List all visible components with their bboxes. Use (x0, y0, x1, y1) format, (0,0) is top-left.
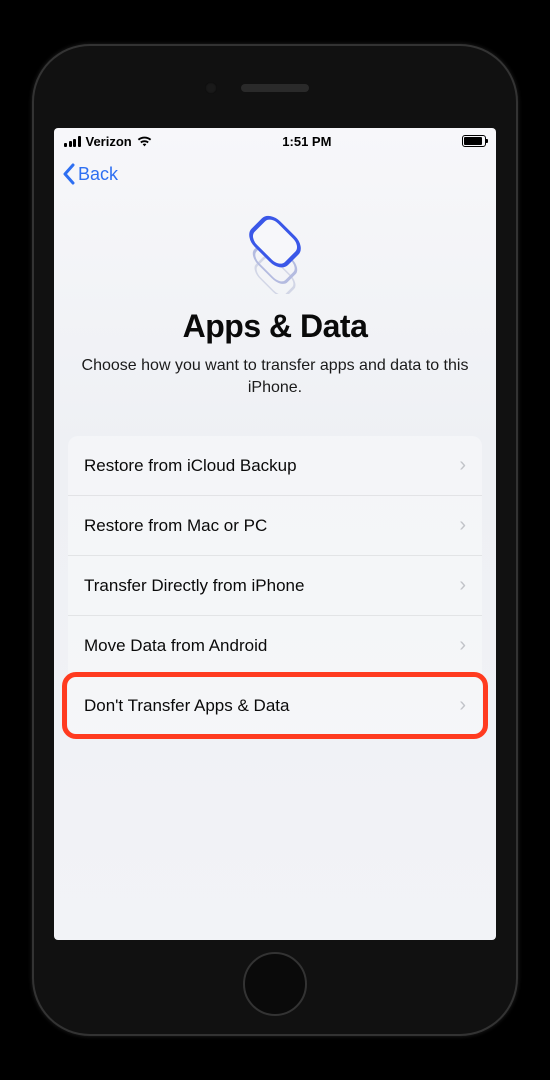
apps-data-icon (230, 198, 320, 294)
phone-frame: Verizon 1:51 PM Back (32, 44, 518, 1036)
chevron-right-icon: › (459, 694, 466, 717)
front-camera (205, 82, 217, 94)
signal-icon (64, 136, 81, 147)
chevron-right-icon: › (459, 514, 466, 537)
page-title: Apps & Data (183, 308, 368, 345)
clock: 1:51 PM (282, 134, 331, 149)
option-label: Move Data from Android (84, 636, 267, 656)
option-label: Restore from Mac or PC (84, 516, 267, 536)
chevron-left-icon (62, 163, 76, 185)
home-button[interactable] (243, 952, 307, 1016)
option-dont-transfer[interactable]: Don't Transfer Apps & Data › (68, 676, 482, 735)
option-transfer-iphone[interactable]: Transfer Directly from iPhone › (68, 556, 482, 616)
header-area: Apps & Data Choose how you want to trans… (54, 194, 496, 418)
chevron-right-icon: › (459, 574, 466, 597)
carrier-label: Verizon (86, 134, 132, 149)
option-restore-icloud[interactable]: Restore from iCloud Backup › (68, 436, 482, 496)
chevron-right-icon: › (459, 634, 466, 657)
wifi-icon (137, 136, 152, 147)
nav-bar: Back (54, 154, 496, 194)
speaker-grille (241, 84, 309, 92)
screen: Verizon 1:51 PM Back (54, 128, 496, 940)
battery-icon (462, 135, 486, 147)
option-move-android[interactable]: Move Data from Android › (68, 616, 482, 676)
back-label: Back (78, 164, 118, 185)
option-label: Don't Transfer Apps & Data (84, 696, 289, 716)
option-label: Restore from iCloud Backup (84, 456, 297, 476)
options-list: Restore from iCloud Backup › Restore fro… (68, 436, 482, 735)
option-restore-mac-pc[interactable]: Restore from Mac or PC › (68, 496, 482, 556)
chevron-right-icon: › (459, 454, 466, 477)
option-label: Transfer Directly from iPhone (84, 576, 304, 596)
status-bar: Verizon 1:51 PM (54, 128, 496, 154)
back-button[interactable]: Back (62, 163, 118, 185)
page-subtitle: Choose how you want to transfer apps and… (78, 355, 472, 398)
